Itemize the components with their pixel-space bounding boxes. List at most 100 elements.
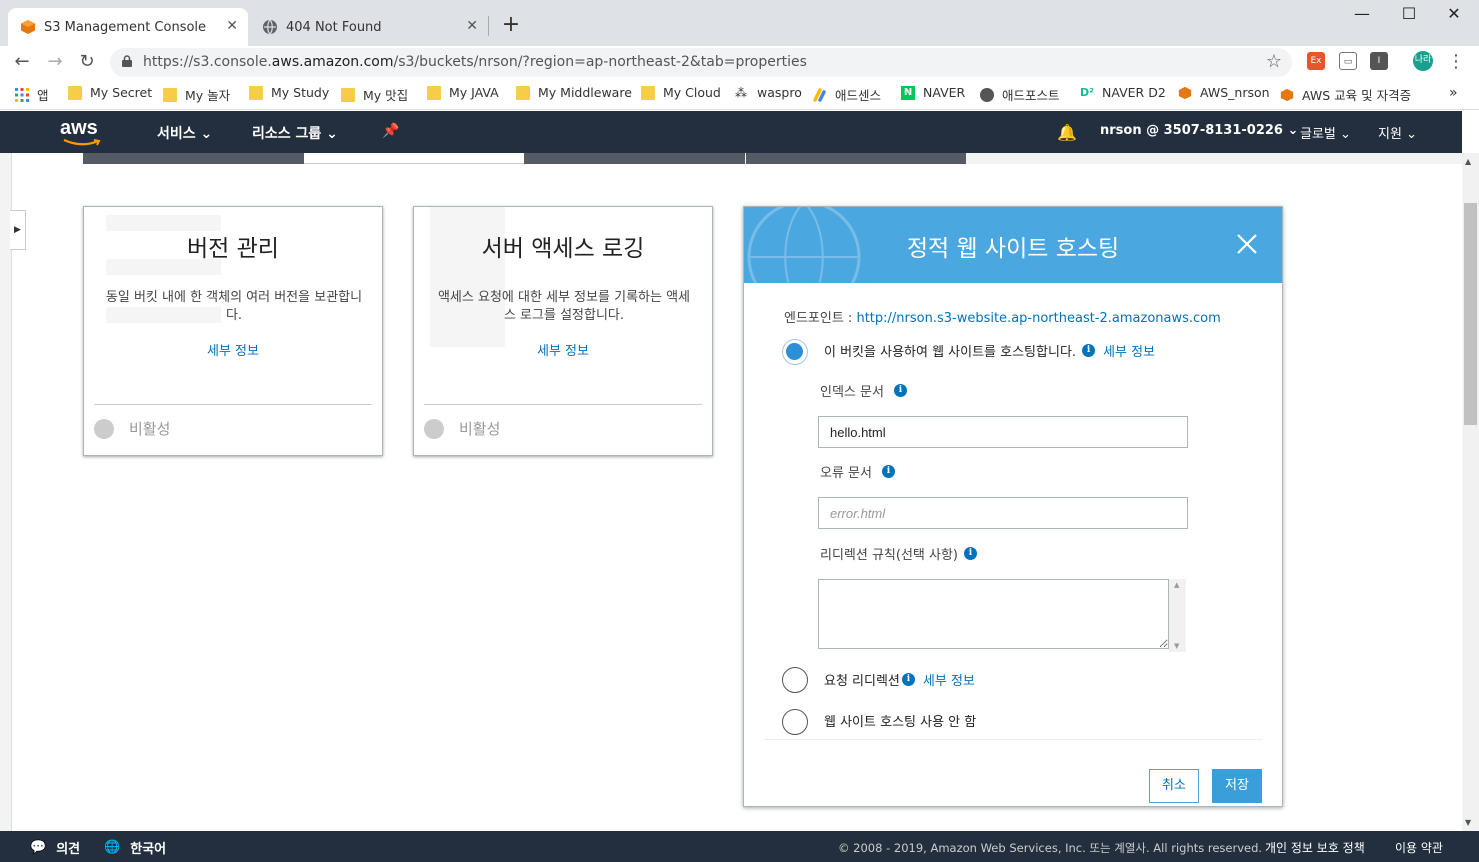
endpoint-row: 엔드포인트 : http://nrson.s3-website.ap-north… [784,311,1221,326]
browser-menu-icon[interactable]: ⋮ [1444,50,1468,74]
reload-icon[interactable]: ↻ [75,50,99,74]
radio-redirect-requests[interactable] [782,667,808,693]
back-icon[interactable]: ← [10,50,34,74]
section-tab[interactable] [83,153,304,164]
expand-sidebar-icon[interactable]: ▶ [10,210,26,250]
page-scrollbar[interactable]: ▲ ▼ [1462,153,1479,831]
resource-groups-menu[interactable]: 리소스 그룹 ⌄ [252,123,338,143]
status-dot-icon [424,418,444,439]
textarea-scrollbar[interactable]: ▲ ▼ [1169,579,1186,652]
chevron-down-icon: ⌄ [1340,127,1351,142]
extension-i-icon[interactable]: I [1370,52,1388,70]
chevron-down-icon: ⌄ [1287,123,1299,138]
bookmark-folder[interactable]: My 놀자 [163,85,230,104]
maximize-icon[interactable]: ☐ [1389,4,1429,23]
access-logging-card[interactable]: 서버 액세스 로깅 액세스 요청에 대한 세부 정보를 기록하는 액세스 로그를… [413,206,713,456]
option-host-label: 이 버킷을 사용하여 웹 사이트를 호스팅합니다. i 세부 정보 [824,341,1155,360]
aws-logo[interactable]: aws [60,117,98,140]
index-document-input[interactable] [818,416,1188,448]
learn-more-link[interactable]: 세부 정보 [84,340,382,359]
bookmark-naver-d2[interactable]: D² NAVER D2 [1080,85,1166,100]
learn-more-link[interactable]: 세부 정보 [923,670,975,689]
scroll-down-icon[interactable]: ▼ [1465,818,1471,827]
radio-host-website[interactable] [782,339,808,365]
bookmark-aws-nrson[interactable]: AWS_nrson [1178,85,1270,100]
learn-more-link[interactable]: 세부 정보 [1103,341,1155,360]
folder-icon [249,85,263,100]
apps-grid-icon [15,87,29,102]
support-menu[interactable]: 지원 ⌄ [1378,123,1417,142]
info-icon[interactable]: i [964,547,978,560]
versioning-card[interactable]: 버전 관리 동일 버킷 내에 한 객체의 여러 버전을 보관합니다. 세부 정보… [83,206,383,456]
panel-title: 정적 웹 사이트 호스팅 [906,236,1120,262]
aws-favicon-icon [20,19,36,35]
close-icon[interactable] [1234,231,1260,257]
services-menu[interactable]: 서비스 ⌄ [157,123,212,143]
endpoint-link[interactable]: http://nrson.s3-website.ap-northeast-2.a… [856,311,1220,326]
new-tab-button[interactable]: + [498,12,524,38]
tab-separator [488,16,489,36]
bookmark-apps[interactable]: 앱 [15,85,49,104]
info-icon[interactable]: i [881,465,895,478]
chevron-down-icon: ⌄ [200,126,213,142]
info-icon[interactable]: i [901,673,915,686]
extension-window-icon[interactable]: ▭ [1339,52,1357,70]
bookmarks-overflow-icon[interactable]: » [1449,85,1458,101]
scroll-up-icon[interactable]: ▲ [1174,581,1179,589]
account-menu[interactable]: nrson @ 3507-8131-0226 ⌄ [1100,123,1298,138]
redirect-rules-textarea[interactable] [818,579,1169,649]
naver-icon: N [901,85,915,100]
section-tab[interactable] [746,153,966,164]
close-window-icon[interactable]: ✕ [1434,4,1474,23]
bookmark-folder[interactable]: My Cloud [641,85,721,100]
bookmark-folder[interactable]: My Secret [68,85,152,100]
scroll-up-icon[interactable]: ▲ [1465,157,1471,166]
bookmark-adsense[interactable]: 애드센스 [813,85,881,104]
minimize-icon[interactable]: — [1342,4,1382,23]
browser-toolbar: ← → ↻ https://s3.console.aws.amazon.com/… [0,46,1479,78]
address-bar[interactable]: https://s3.console.aws.amazon.com/s3/buc… [110,48,1292,77]
option-redirect-label: 요청 리디렉션 i 세부 정보 [824,670,975,689]
info-icon[interactable]: i [893,384,907,397]
card-status: 비활성 [424,418,500,439]
save-button[interactable]: 저장 [1212,769,1262,803]
globe-icon: 🌐 [104,840,121,855]
aws-console-nav: aws 서비스 ⌄ 리소스 그룹 ⌄ 📌 🔔 nrson @ 3507-8131… [0,111,1462,153]
bookmark-folder[interactable]: My JAVA [427,85,499,100]
scrollbar-thumb[interactable] [1464,203,1477,425]
info-icon[interactable]: i [1082,344,1096,357]
radio-disable-hosting[interactable] [782,709,808,735]
error-document-input[interactable] [818,497,1188,529]
bookmark-aws-training[interactable]: AWS 교육 및 자격증 [1280,85,1411,104]
folder-icon [68,85,82,100]
bookmark-folder[interactable]: My Middleware [516,85,632,100]
learn-more-link[interactable]: 세부 정보 [414,340,712,359]
pin-icon[interactable]: 📌 [382,123,399,139]
forward-icon[interactable]: → [43,50,67,74]
bookmark-waspro[interactable]: ⁂ waspro [735,85,802,100]
bookmark-star-icon[interactable]: ☆ [1266,51,1282,72]
bookmark-folder[interactable]: My 맛집 [341,85,408,104]
language-selector[interactable]: 🌐 한국어 [104,838,166,857]
cancel-button[interactable]: 취소 [1149,769,1199,803]
browser-tab-s3[interactable]: S3 Management Console ✕ [8,8,248,46]
privacy-policy-link[interactable]: 개인 정보 보호 정책 [1265,839,1365,856]
close-tab-icon[interactable]: ✕ [466,18,478,34]
scroll-down-icon[interactable]: ▼ [1174,642,1179,650]
index-document-label: 인덱스 문서 i [820,381,907,400]
chevron-down-icon: ⌄ [1406,127,1417,142]
profile-avatar[interactable]: 나라 [1413,51,1433,71]
feedback-button[interactable]: 💬 의견 [30,838,80,857]
notification-bell-icon[interactable]: 🔔 [1057,123,1077,142]
section-tab[interactable] [524,153,745,164]
browser-tab-404[interactable]: 404 Not Found ✕ [250,8,488,46]
tab-title: 404 Not Found [286,19,382,35]
bookmark-adpost[interactable]: 애드포스트 [980,85,1060,104]
extension-ex-icon[interactable]: Ex [1307,52,1325,70]
region-menu[interactable]: 글로벌 ⌄ [1300,123,1351,142]
terms-link[interactable]: 이용 약관 [1395,839,1443,856]
aws-cube-icon [1178,86,1192,100]
close-tab-icon[interactable]: ✕ [226,18,238,34]
bookmark-folder[interactable]: My Study [249,85,329,100]
bookmark-naver[interactable]: N NAVER [901,85,965,100]
